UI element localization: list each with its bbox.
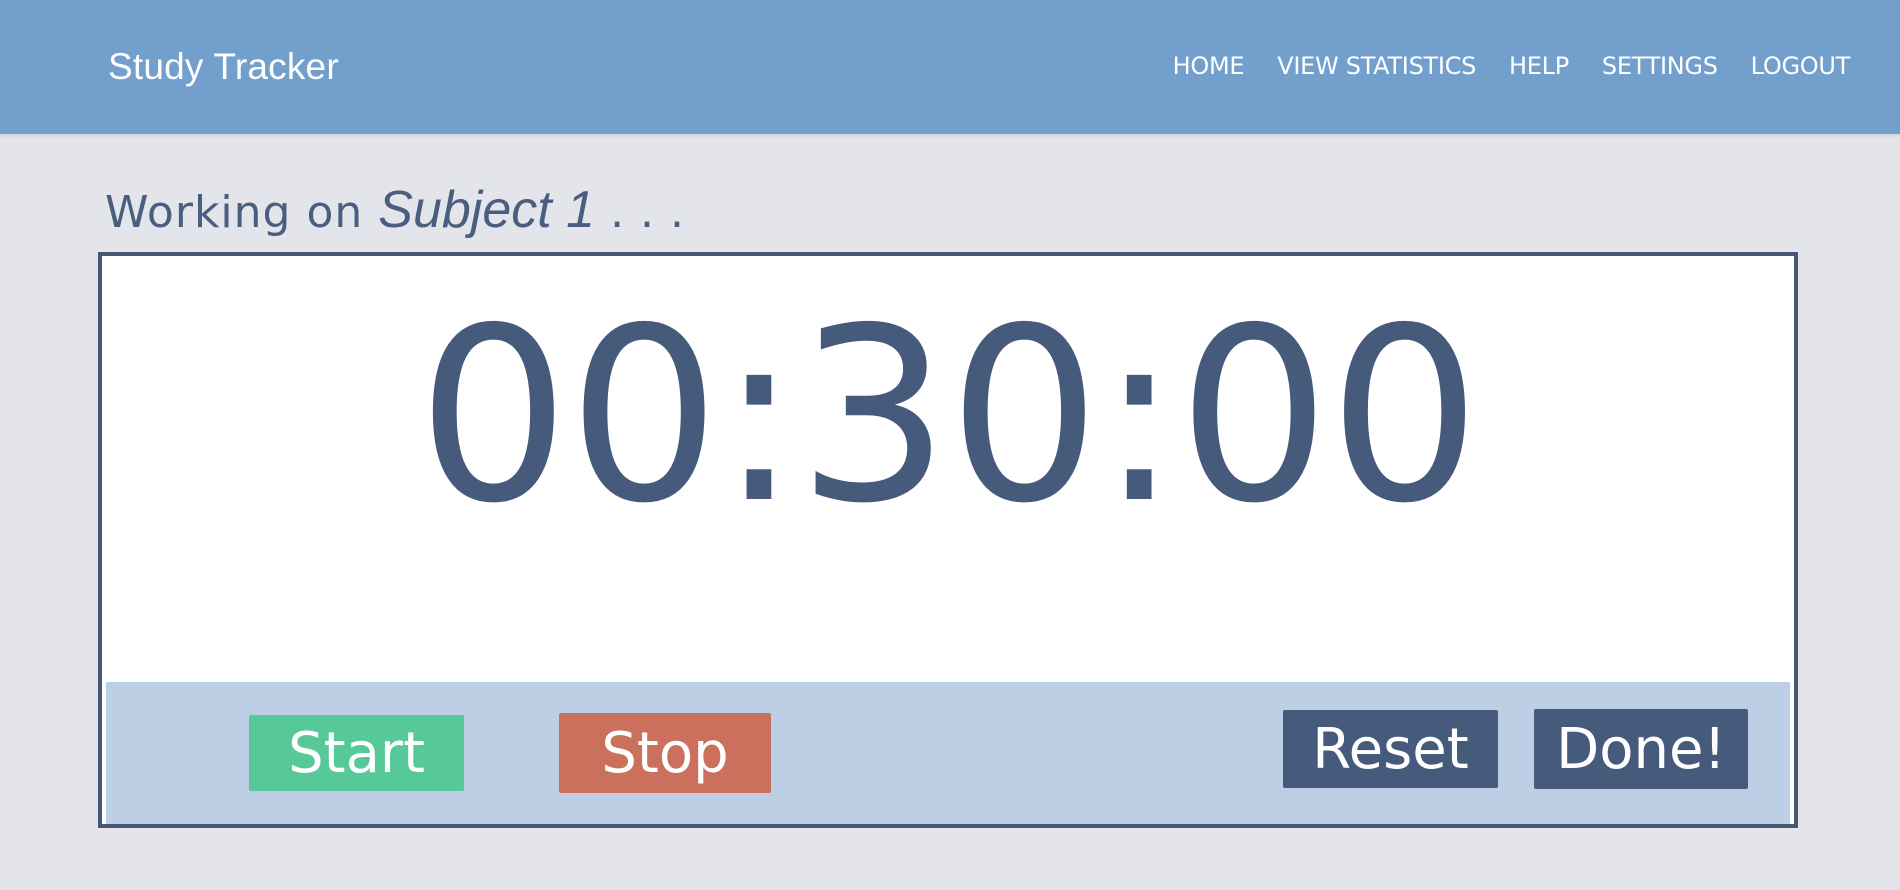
subject-name: Subject 1 <box>378 181 596 239</box>
start-button[interactable]: Start <box>249 715 464 791</box>
nav-logout-link[interactable]: LOGOUT <box>1751 52 1851 80</box>
reset-button[interactable]: Reset <box>1283 710 1498 788</box>
nav-help-link[interactable]: HELP <box>1509 52 1569 80</box>
done-button[interactable]: Done! <box>1534 709 1748 789</box>
nav-settings-link[interactable]: SETTINGS <box>1602 52 1718 80</box>
working-on-prefix: Working on <box>105 187 364 238</box>
top-navbar: Study Tracker HOME VIEW STATISTICS HELP … <box>0 0 1900 134</box>
nav-view-statistics-link[interactable]: VIEW STATISTICS <box>1277 52 1476 80</box>
app-brand[interactable]: Study Tracker <box>108 46 339 88</box>
working-on-heading: Working on Subject 1 . . . <box>105 180 685 240</box>
nav-home-link[interactable]: HOME <box>1173 52 1245 80</box>
stop-button[interactable]: Stop <box>559 713 771 793</box>
timer-controls-bar: Start Stop Reset Done! <box>106 682 1790 824</box>
nav-links: HOME VIEW STATISTICS HELP SETTINGS LOGOU… <box>1140 52 1851 80</box>
timer-panel: 00:30:00 Start Stop Reset Done! <box>98 252 1798 828</box>
working-on-ellipsis: . . . <box>610 187 686 238</box>
timer-display: 00:30:00 <box>417 276 1481 556</box>
